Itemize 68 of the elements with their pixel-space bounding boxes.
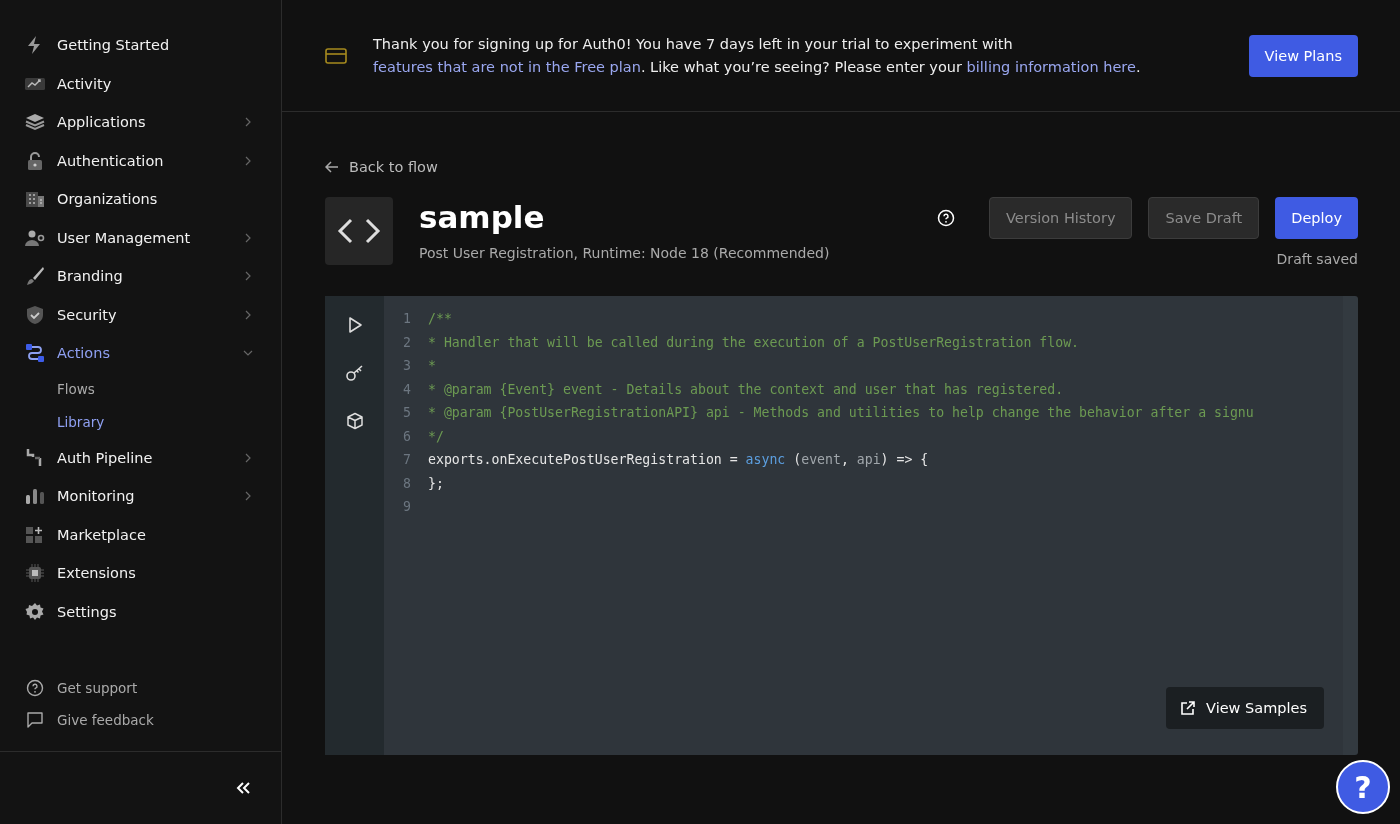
sidebar-item[interactable]: Getting Started	[25, 26, 281, 65]
sidebar-item[interactable]: Authentication	[25, 141, 281, 180]
code-line: };	[428, 475, 444, 491]
code-icon	[325, 197, 393, 265]
line-number: 7	[402, 452, 411, 468]
sidebar-subitem[interactable]: Flows	[25, 372, 281, 406]
package-icon[interactable]	[345, 412, 364, 430]
brush-icon	[25, 266, 45, 287]
gear-icon	[25, 601, 45, 622]
bar-chart-icon	[25, 486, 45, 507]
grid-plus-icon	[25, 524, 45, 545]
banner-link[interactable]: features that are not in the Free plan	[373, 58, 641, 75]
footer-link[interactable]: Get support	[26, 679, 281, 697]
line-number: 3	[402, 358, 411, 374]
help-icon	[26, 679, 44, 697]
version-history-button[interactable]: Version History	[988, 197, 1133, 239]
view-samples-button[interactable]: View Samples	[1166, 687, 1324, 729]
line-number: 4	[402, 381, 411, 397]
sidebar-item[interactable]: Auth Pipeline	[25, 438, 281, 477]
padlock-icon	[25, 150, 45, 171]
sidebar-item[interactable]: Actions	[25, 334, 281, 373]
layers-icon	[25, 112, 45, 133]
speech-bubble-icon	[26, 711, 44, 729]
external-link-icon	[1180, 700, 1197, 716]
deploy-button[interactable]: Deploy	[1275, 197, 1358, 239]
help-icon[interactable]	[936, 209, 955, 227]
chip-icon	[25, 563, 45, 584]
run-icon[interactable]	[346, 316, 363, 334]
line-number: 2	[402, 334, 411, 350]
sidebar-subitem[interactable]: Library	[25, 405, 281, 439]
sidebar-item[interactable]: Security	[25, 295, 281, 334]
code-line: */	[428, 428, 444, 444]
save-draft-button[interactable]: Save Draft	[1148, 197, 1260, 239]
sidebar-item[interactable]: Applications	[25, 103, 281, 142]
line-number: 5	[402, 405, 411, 421]
building-icon	[25, 189, 45, 210]
view-plans-button[interactable]: View Plans	[1248, 34, 1358, 77]
sidebar-item[interactable]: Activity	[25, 64, 281, 103]
banner-link[interactable]: billing information here	[966, 58, 1136, 75]
trial-message: Thank you for signing up for Auth0! You have 7 days left in your trial to experiment with features that are not in the Free plan. Like what you’re seeing? Please enter your billing information here.	[373, 34, 1142, 77]
flow-icon	[25, 343, 45, 364]
key-icon[interactable]	[344, 364, 365, 382]
sidebar-item[interactable]: Settings	[25, 592, 281, 631]
code-line: exports.onExecutePostUserRegistration = async (event, api) => {	[428, 452, 929, 468]
back-link[interactable]: Back to flow	[325, 156, 1358, 178]
line-number: 6	[402, 428, 411, 444]
code-line: /**	[428, 311, 452, 327]
sidebar-item[interactable]: Monitoring	[25, 477, 281, 516]
credit-card-icon	[325, 47, 347, 64]
draft-status: Draft saved	[1276, 251, 1358, 267]
code-line: *	[428, 358, 436, 374]
line-number: 1	[402, 311, 411, 327]
code-line: * @param {Event} event - Details about the context and user that has registered.	[428, 381, 1064, 397]
sidebar-item[interactable]: Extensions	[25, 554, 281, 593]
sidebar-item[interactable]: Branding	[25, 257, 281, 296]
sidebar-item[interactable]: User Management	[25, 218, 281, 257]
action-subtitle: Post User Registration, Runtime: Node 18 (Recommended)	[419, 245, 831, 261]
sidebar-item[interactable]: Marketplace	[25, 515, 281, 554]
code-line: * @param {PostUserRegistrationAPI} api - Methods and utilities to help change the behavior after a signu	[428, 405, 1254, 421]
action-title: sample	[419, 198, 546, 237]
shield-check-icon	[25, 304, 45, 325]
arrow-left-icon	[325, 161, 339, 173]
help-button[interactable]: ?	[1336, 760, 1390, 814]
line-number: 8	[402, 475, 411, 491]
code-line: * Handler that will be called during the execution of a PostUserRegistration flow.	[428, 334, 1080, 350]
sidebar-item[interactable]: Organizations	[25, 180, 281, 219]
footer-link[interactable]: Give feedback	[26, 711, 281, 729]
line-number: 9	[402, 499, 411, 515]
